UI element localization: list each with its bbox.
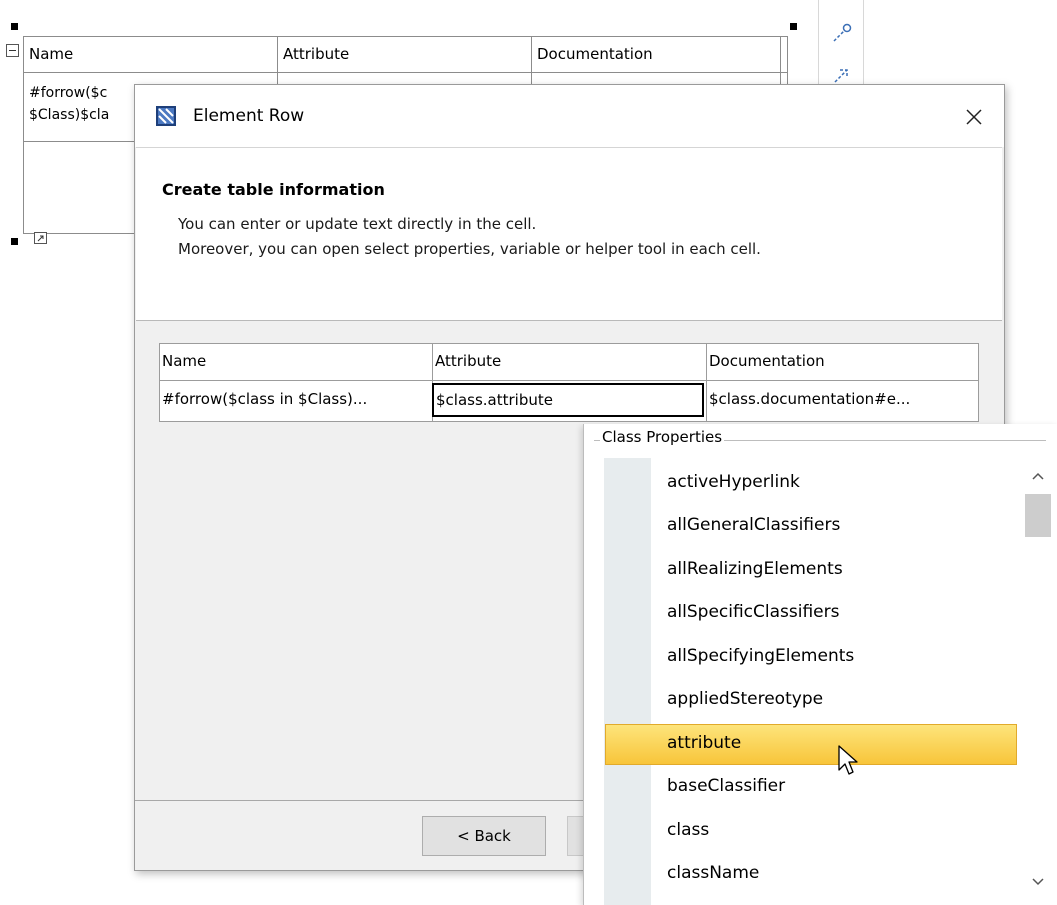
- list-item[interactable]: allSpecificClassifiers: [667, 591, 840, 634]
- resize-arrow-icon[interactable]: [831, 64, 853, 86]
- column-header-attribute[interactable]: Attribute: [433, 344, 703, 378]
- column-header-name[interactable]: Name: [160, 344, 430, 378]
- dialog-title: Element Row: [193, 106, 305, 126]
- link-pin-icon[interactable]: [831, 22, 853, 44]
- bg-header-attribute: Attribute: [283, 45, 350, 63]
- class-properties-legend: Class Properties: [600, 428, 725, 446]
- back-button[interactable]: < Back: [422, 816, 546, 856]
- list-item[interactable]: class: [667, 809, 709, 852]
- header-description-line-1: You can enter or update text directly in…: [178, 215, 537, 233]
- bg-header-documentation: Documentation: [537, 45, 653, 63]
- list-item-selected[interactable]: attribute: [667, 722, 741, 765]
- list-item[interactable]: allRealizingElements: [667, 548, 843, 591]
- close-icon: [966, 109, 982, 125]
- close-button[interactable]: [954, 97, 994, 137]
- element-row-dialog-icon: [156, 106, 176, 126]
- list-item[interactable]: appliedStereotype: [667, 678, 823, 721]
- list-gutter: [604, 458, 651, 905]
- cell-name[interactable]: #forrow($class in $Class)...: [160, 382, 430, 416]
- cell-documentation[interactable]: $class.documentation#e...: [707, 382, 977, 416]
- list-item[interactable]: baseClassifier: [667, 765, 785, 808]
- list-item[interactable]: className: [667, 852, 759, 895]
- selection-handle[interactable]: [11, 238, 18, 245]
- list-item[interactable]: allGeneralClassifiers: [667, 504, 840, 547]
- column-header-documentation[interactable]: Documentation: [707, 344, 977, 378]
- dialog-header-panel: Create table information You can enter o…: [136, 147, 1002, 321]
- class-properties-popup: Class Properties activeHyperlink allGene…: [583, 424, 1057, 905]
- selection-handle[interactable]: [790, 23, 797, 30]
- list-scrollbar[interactable]: [1021, 458, 1054, 905]
- mouse-pointer-icon: [838, 745, 858, 775]
- dialog-titlebar[interactable]: Element Row: [135, 85, 1004, 147]
- scroll-down-arrow-icon[interactable]: [1021, 868, 1054, 896]
- bg-row-name-line2: $Class)$cla: [29, 107, 110, 123]
- bg-header-name: Name: [29, 45, 74, 63]
- cell-attribute-value: $class.attribute: [436, 391, 553, 409]
- scrollbar-thumb[interactable]: [1025, 494, 1051, 537]
- bg-row-name-line1: #forrow($c: [29, 85, 108, 101]
- list-item[interactable]: allSpecifyingElements: [667, 635, 854, 678]
- cell-attribute-editor[interactable]: $class.attribute: [432, 383, 704, 417]
- collapse-icon[interactable]: [6, 44, 19, 57]
- selection-handle[interactable]: [11, 23, 18, 30]
- expand-shape-icon[interactable]: [34, 232, 48, 245]
- header-description-line-2: Moreover, you can open select properties…: [178, 240, 761, 258]
- scroll-up-arrow-icon[interactable]: [1021, 462, 1054, 490]
- header-title: Create table information: [162, 180, 385, 199]
- list-item[interactable]: activeHyperlink: [667, 461, 800, 504]
